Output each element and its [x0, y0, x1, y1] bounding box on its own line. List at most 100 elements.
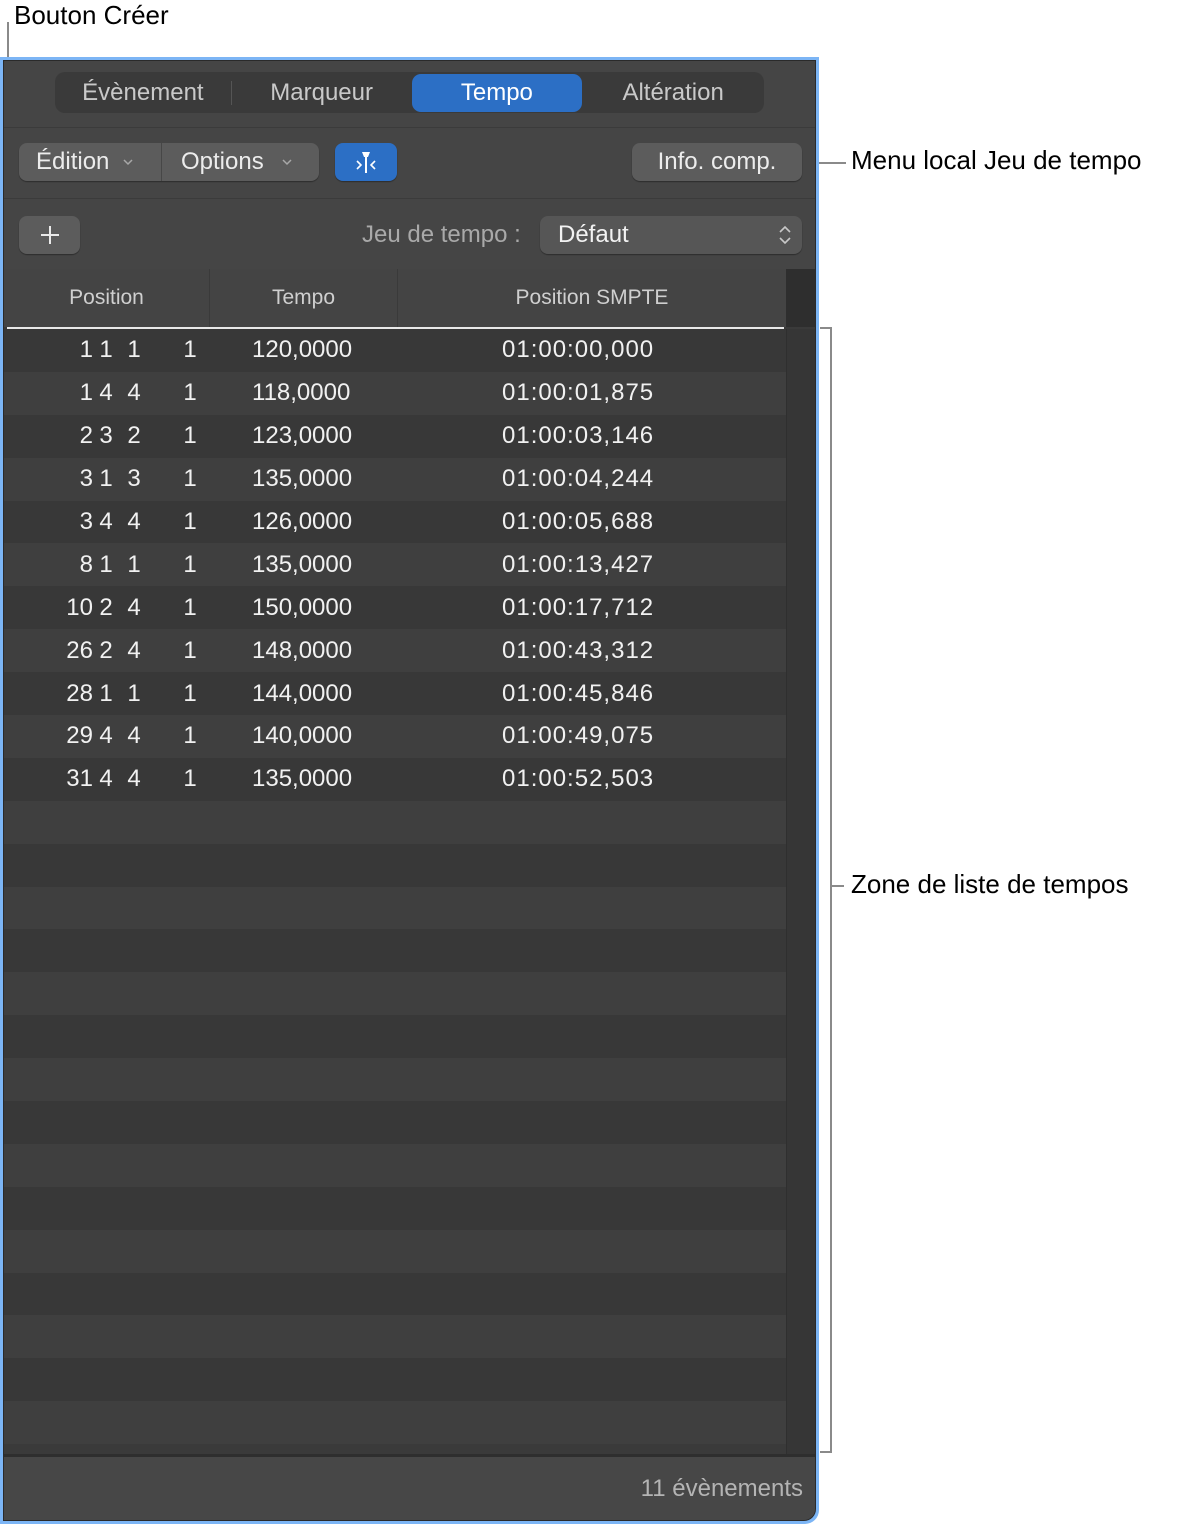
- table-row[interactable]: 3 1 3 1 135,0000 01:00:04,244: [4, 457, 786, 501]
- column-header-position[interactable]: Position: [4, 269, 210, 327]
- position-bar: 2: [79, 422, 93, 450]
- position-division: 3: [127, 465, 141, 493]
- tempo-value: 140,0000: [252, 722, 353, 750]
- position-division: 1: [127, 679, 141, 707]
- empty-table-row: [4, 886, 786, 930]
- position-beat: 2: [99, 636, 113, 664]
- callout-bracket-tick: [830, 885, 844, 887]
- empty-table-row: [4, 1143, 786, 1187]
- position-beat: 1: [99, 550, 113, 578]
- position-division: 4: [127, 636, 141, 664]
- callout-tempo-list-area: Zone de liste de tempos: [851, 869, 1129, 899]
- smpte-position: 01:00:13,427: [502, 550, 655, 578]
- callout-bracket-v: [830, 327, 832, 1453]
- empty-table-row: [4, 1401, 786, 1445]
- callout-create-button: Bouton Créer: [14, 0, 169, 30]
- smpte-position: 01:00:43,312: [502, 636, 655, 664]
- empty-table-row: [4, 843, 786, 887]
- position-beat: 3: [99, 422, 113, 450]
- column-header-tempo[interactable]: Tempo: [210, 269, 398, 327]
- smpte-position: 01:00:49,075: [502, 722, 655, 750]
- position-tick: 1: [183, 679, 197, 707]
- empty-table-row: [4, 1015, 786, 1059]
- table-row[interactable]: 28 1 1 1 144,0000 01:00:45,846: [4, 672, 786, 716]
- position-bar: 8: [79, 550, 93, 578]
- position-beat: 4: [99, 722, 113, 750]
- position-division: 4: [127, 593, 141, 621]
- position-bar: 3: [79, 508, 93, 535]
- position-division: 1: [127, 336, 141, 364]
- tempo-value: 118,0000: [252, 379, 351, 407]
- table-row[interactable]: 1 4 4 1 118,0000 01:00:01,875: [4, 371, 786, 415]
- tempo-set-popup-menu[interactable]: Défaut: [540, 216, 802, 254]
- edit-menu-button[interactable]: Édition: [19, 143, 162, 181]
- tempo-set-label: Jeu de tempo :: [362, 221, 521, 248]
- table-row[interactable]: 8 1 1 1 135,0000 01:00:13,427: [4, 543, 786, 587]
- tempo-value: 144,0000: [252, 679, 353, 707]
- smpte-position: 01:00:04,244: [502, 465, 655, 493]
- position-tick: 1: [183, 379, 197, 407]
- chevron-down-icon: [282, 159, 292, 166]
- tempo-list-table: Position Tempo Position SMPTE 1 1 1 1 120,00…: [4, 269, 815, 1457]
- callout-bracket-top: [820, 327, 832, 329]
- smpte-position: 01:00:00,000: [502, 336, 655, 364]
- tab-signature[interactable]: Altération: [582, 72, 764, 113]
- position-division: 2: [127, 422, 141, 450]
- empty-table-row: [4, 1272, 786, 1316]
- position-tick: 1: [183, 465, 197, 493]
- tab-marker[interactable]: Marqueur: [232, 72, 412, 113]
- position-division: 4: [127, 765, 141, 793]
- catch-playhead-button[interactable]: [335, 143, 397, 181]
- callout-tempo-set-menu: Menu local Jeu de tempo: [851, 145, 1142, 175]
- header-corner: [786, 269, 815, 327]
- table-row[interactable]: 31 4 4 1 135,0000 01:00:52,503: [4, 757, 786, 801]
- table-row[interactable]: 1 1 1 1 120,0000 01:00:00,000: [4, 329, 786, 372]
- smpte-position: 01:00:52,503: [502, 765, 655, 793]
- empty-table-row: [4, 972, 786, 1016]
- table-row[interactable]: 3 4 4 1 126,0000 01:00:05,688: [4, 500, 786, 544]
- vertical-scrollbar[interactable]: [786, 329, 815, 1454]
- table-row[interactable]: 26 2 4 1 148,0000 01:00:43,312: [4, 629, 786, 673]
- position-tick: 1: [183, 593, 197, 621]
- tempo-value: 148,0000: [252, 636, 353, 664]
- position-beat: 1: [99, 336, 113, 364]
- position-tick: 1: [183, 508, 197, 535]
- position-bar: 3: [79, 465, 93, 493]
- empty-table-row: [4, 1229, 786, 1273]
- column-header-smpte-position[interactable]: Position SMPTE: [398, 269, 786, 327]
- position-beat: 1: [99, 465, 113, 493]
- additional-info-button[interactable]: Info. comp.: [632, 143, 802, 181]
- empty-table-row: [4, 1058, 786, 1102]
- divider: [4, 127, 815, 128]
- options-menu-label: Options: [181, 148, 264, 175]
- position-beat: 4: [99, 508, 113, 535]
- chevron-down-icon: [123, 159, 133, 166]
- list-editor-panel: Évènement Marqueur Tempo Altération Édit…: [3, 60, 816, 1521]
- options-menu-button[interactable]: Options: [162, 143, 319, 181]
- empty-table-row: [4, 1186, 786, 1230]
- tempo-value: 120,0000: [252, 336, 353, 364]
- position-bar: 26: [66, 636, 93, 664]
- additional-info-label: Info. comp.: [657, 148, 777, 175]
- empty-table-row: [4, 1101, 786, 1144]
- position-bar: 31: [66, 765, 93, 793]
- position-bar: 29: [66, 722, 93, 750]
- smpte-position: 01:00:45,846: [502, 679, 655, 707]
- status-footer: 11 évènements: [4, 1457, 815, 1520]
- list-type-tabs: Évènement Marqueur Tempo Altération: [55, 72, 764, 113]
- table-header: Position Tempo Position SMPTE: [4, 269, 786, 327]
- table-row[interactable]: 2 3 2 1 123,0000 01:00:03,146: [4, 414, 786, 458]
- table-row[interactable]: 10 2 4 1 150,0000 01:00:17,712: [4, 586, 786, 630]
- table-row[interactable]: 29 4 4 1 140,0000 01:00:49,075: [4, 715, 786, 758]
- tab-tempo[interactable]: Tempo: [411, 73, 583, 112]
- create-button[interactable]: [19, 216, 80, 254]
- callout-bracket-bottom: [820, 1451, 832, 1453]
- up-down-chevron-icon: [779, 225, 791, 245]
- position-tick: 1: [183, 765, 197, 793]
- empty-table-row: [4, 800, 786, 844]
- tempo-set-value: Défaut: [558, 221, 629, 248]
- position-bar: 1: [79, 379, 93, 407]
- position-beat: 2: [99, 593, 113, 621]
- tab-event[interactable]: Évènement: [55, 72, 231, 113]
- empty-table-row: [4, 1315, 786, 1359]
